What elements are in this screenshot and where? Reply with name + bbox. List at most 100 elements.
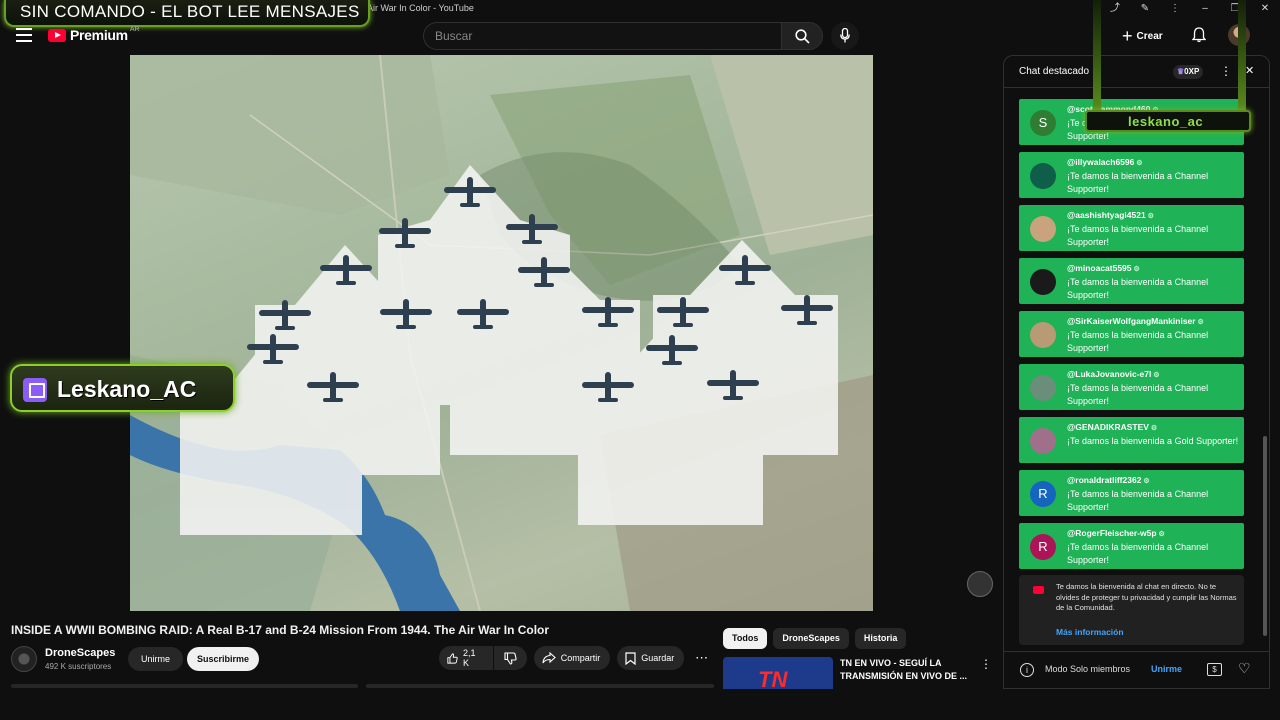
chip-todos[interactable]: Todos: [723, 628, 768, 649]
chat-text: ¡Te damos la bienvenida a Channel Suppor…: [1067, 489, 1209, 512]
chat-text: ¡Te damos la bienvenida a Channel Suppor…: [1067, 542, 1209, 565]
twitch-icon: [23, 378, 47, 402]
overlay-chat-frame: leskano_ac: [1085, 110, 1251, 132]
chip-historia[interactable]: Historia: [854, 628, 907, 649]
youtube-icon: [1033, 586, 1044, 594]
join-button[interactable]: Unirme: [128, 647, 183, 671]
chat-join-button[interactable]: Unirme: [1151, 664, 1182, 674]
youtube-play-icon: [48, 28, 66, 42]
save-button[interactable]: Guardar: [617, 646, 685, 670]
window-title: e Air War In Color - YouTube: [360, 3, 474, 13]
thumbs-up-icon: [447, 652, 458, 664]
more-info-link[interactable]: Más información: [1056, 627, 1124, 637]
dislike-button[interactable]: [493, 646, 527, 670]
tn-logo: TN: [758, 667, 788, 689]
chat-message[interactable]: @aashishtyagi4521 ¡Te damos la bienvenid…: [1019, 205, 1244, 251]
chat-text: ¡Te damos la bienvenida a Channel Suppor…: [1067, 277, 1209, 300]
chat-text: ¡Te damos la bienvenida a Channel Suppor…: [1067, 224, 1209, 247]
chat-message[interactable]: @LukaJovanovic-e7l ¡Te damos la bienveni…: [1019, 364, 1244, 410]
chat-avatar: [1030, 322, 1056, 348]
bookmark-icon: [625, 651, 636, 665]
share-button[interactable]: Compartir: [533, 646, 611, 670]
chat-welcome-message: Te damos la bienvenida al chat en direct…: [1019, 575, 1244, 645]
thumbs-down-icon: [504, 651, 517, 665]
overlay-decoration-left: [1093, 0, 1101, 110]
chat-author: @minoacat5595: [1067, 263, 1140, 273]
like-button[interactable]: 2,1 K: [439, 646, 493, 670]
subscribe-button[interactable]: Suscribirme: [187, 647, 259, 671]
chat-message[interactable]: @minoacat5595 ¡Te damos la bienvenida a …: [1019, 258, 1244, 304]
subscriber-count: 492 K suscriptores: [45, 662, 112, 671]
save-label: Guardar: [641, 653, 675, 663]
region-label: AR: [129, 25, 140, 33]
chat-message[interactable]: R @ronaldratliff2362 ¡Te damos la bienve…: [1019, 470, 1244, 516]
chat-message[interactable]: @illywalach6596 ¡Te damos la bienvenida …: [1019, 152, 1244, 198]
video-title: INSIDE A WWII BOMBING RAID: A Real B-17 …: [11, 623, 550, 637]
chat-author: @illywalach6596: [1067, 157, 1143, 167]
related-video-title[interactable]: TN EN VIVO - SEGUÍ LA TRANSMISIÓN EN VIV…: [840, 657, 970, 683]
share-icon: [542, 652, 556, 664]
welcome-text: Te damos la bienvenida al chat en direct…: [1056, 582, 1237, 612]
voice-search-button[interactable]: [831, 22, 859, 50]
super-chat-icon[interactable]: $: [1207, 663, 1222, 676]
heart-icon[interactable]: ♡: [1238, 660, 1251, 677]
chat-avatar: [1030, 428, 1056, 454]
youtube-logo[interactable]: Premium AR: [48, 25, 140, 43]
chat-avatar: R: [1030, 534, 1056, 560]
channel-avatar[interactable]: [11, 646, 37, 672]
chat-text: ¡Te damos la bienvenida a Channel Suppor…: [1067, 330, 1209, 353]
info-icon[interactable]: i: [1020, 663, 1034, 677]
youtube-page: e Air War In Color - YouTube ⤴ ✎ ⋮ – ❐ ✕…: [0, 0, 1280, 720]
members-only-label: Modo Solo miembros: [1045, 664, 1131, 674]
overlay-decoration-right: [1238, 0, 1246, 110]
video-actions: 2,1 K Compartir Guardar ⋯: [439, 646, 719, 672]
chat-text: ¡Te damos la bienvenida a Channel Suppor…: [1067, 383, 1209, 406]
channel-watermark[interactable]: [967, 571, 993, 597]
search-icon: [795, 29, 810, 44]
stream-overlay-chat-tag: leskano_ac: [1083, 0, 1255, 136]
chat-author: @RogerFleischer-w5p: [1067, 528, 1165, 538]
chat-avatar: [1030, 269, 1056, 295]
chat-message[interactable]: R @RogerFleischer-w5p ¡Te damos la bienv…: [1019, 523, 1244, 569]
description-preview[interactable]: [11, 684, 714, 688]
channel-name[interactable]: DroneScapes: [45, 647, 115, 659]
video-player[interactable]: [130, 55, 873, 611]
more-actions-button[interactable]: ⋯: [691, 646, 712, 670]
chat-footer: i Modo Solo miembros Unirme $ ♡: [1004, 651, 1269, 688]
search-box: [423, 22, 781, 50]
chat-mode-label: Chat destacado: [1019, 66, 1090, 77]
menu-icon[interactable]: [16, 28, 32, 42]
chat-text: ¡Te damos la bienvenida a Gold Supporter…: [1067, 436, 1239, 446]
search-button[interactable]: [781, 22, 823, 50]
chat-scrollbar[interactable]: [1263, 436, 1267, 636]
chat-avatar: S: [1030, 110, 1056, 136]
related-filter-chips: Todos DroneScapes Historia: [723, 628, 912, 649]
chip-dronescapes[interactable]: DroneScapes: [773, 628, 849, 649]
chat-avatar: [1030, 375, 1056, 401]
chat-author: @GENADIKRASTEV: [1067, 422, 1157, 432]
chat-text: ¡Te damos la bienvenida a Channel Suppor…: [1067, 171, 1209, 194]
chat-avatar: R: [1030, 481, 1056, 507]
related-video-thumbnail[interactable]: TN: [723, 657, 833, 689]
chat-author: @ronaldratliff2362: [1067, 475, 1150, 485]
chat-message[interactable]: @SirKaiserWolfgangMankiniser ¡Te damos l…: [1019, 311, 1244, 357]
chat-avatar: [1030, 216, 1056, 242]
chat-author: @aashishtyagi4521: [1067, 210, 1154, 220]
share-label: Compartir: [560, 653, 601, 663]
chat-avatar: [1030, 163, 1056, 189]
brand-label: Premium: [70, 27, 128, 43]
chat-author: @SirKaiserWolfgangMankiniser: [1067, 316, 1204, 326]
more-horizontal-icon: ⋯: [695, 650, 709, 665]
related-more-icon[interactable]: ⋮: [980, 657, 992, 671]
chat-message[interactable]: @GENADIKRASTEV ¡Te damos la bienvenida a…: [1019, 417, 1244, 463]
search-input[interactable]: [424, 23, 781, 49]
streamer-name: Leskano_AC: [57, 376, 197, 402]
overlay-chat-name: leskano_ac: [1128, 114, 1204, 129]
like-count: 2,1 K: [462, 648, 476, 668]
chat-author: @LukaJovanovic-e7l: [1067, 369, 1160, 379]
streamer-name-overlay: Leskano_AC: [10, 364, 235, 412]
live-chat-panel: Chat destacado ⌄ ♛0XP ⋮ ✕ S @scotthammon…: [1003, 55, 1270, 689]
microphone-icon: [840, 28, 850, 43]
channel-row: DroneScapes 492 K suscriptores Unirme Su…: [11, 646, 711, 674]
video-frame-aerial-bombers: [130, 55, 873, 611]
